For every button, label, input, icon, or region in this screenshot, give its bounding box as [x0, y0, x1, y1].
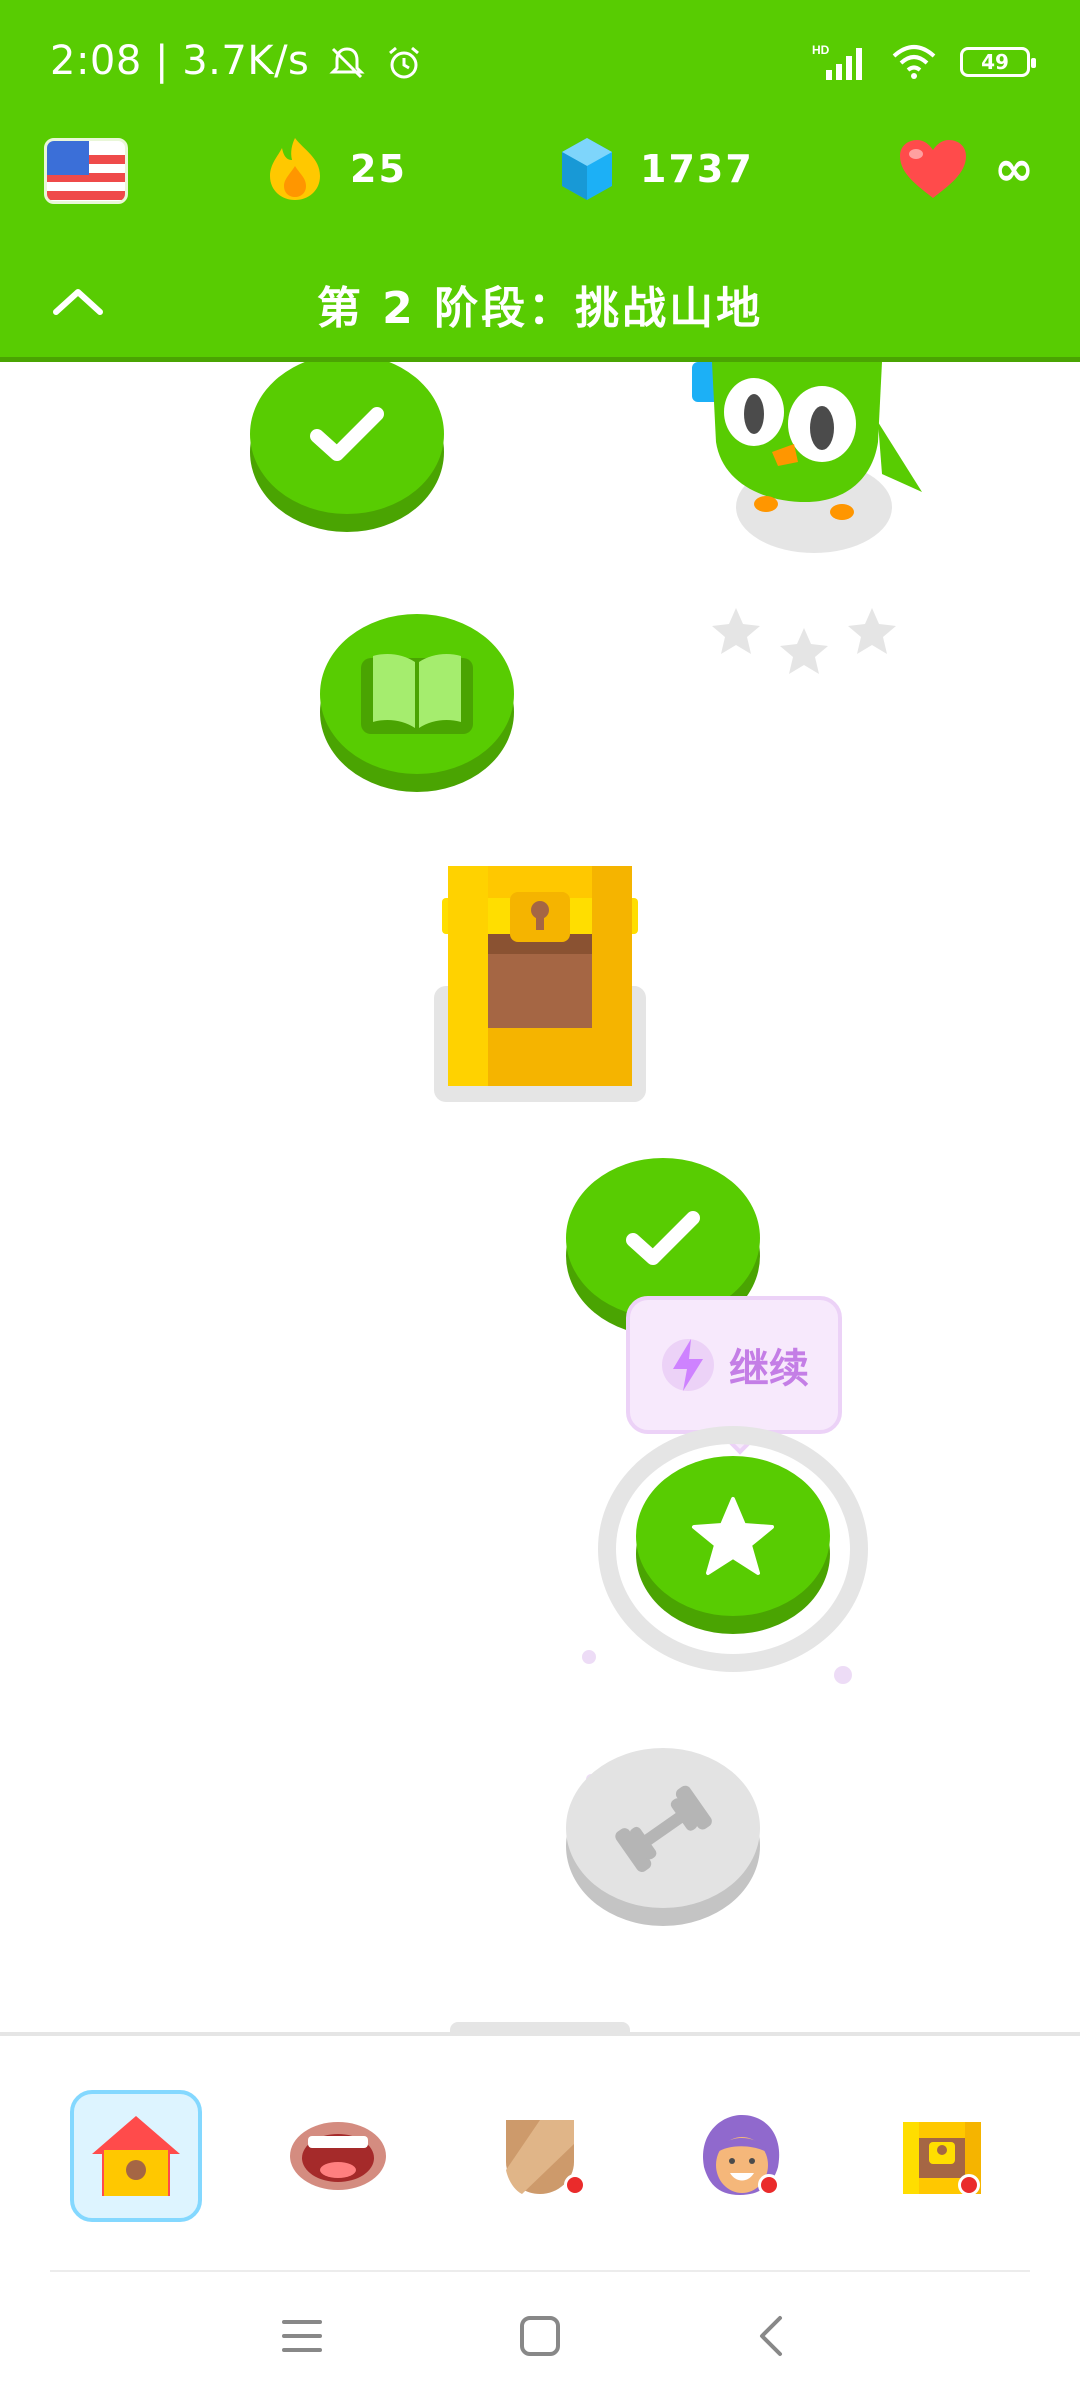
star-3-icon	[848, 608, 896, 654]
menu-icon	[282, 2320, 322, 2352]
top-header: 2:08 | 3.7K/s HD 49 25 1737 ∞ 第 2 阶段：挑战山…	[0, 0, 1080, 362]
book-icon	[361, 654, 473, 734]
streak-counter[interactable]: 25	[266, 136, 407, 202]
wifi-icon	[892, 45, 936, 79]
us-flag-icon	[47, 141, 89, 175]
home-button[interactable]	[508, 2304, 572, 2368]
dumbbell-icon	[615, 1785, 712, 1872]
star-icon	[692, 1497, 774, 1575]
hearts-counter[interactable]: ∞	[898, 138, 1036, 200]
mascot-stars	[706, 602, 906, 682]
status-bar: 2:08 | 3.7K/s HD 49	[0, 0, 1080, 130]
leagues-badge	[564, 2174, 586, 2196]
system-nav-bar	[0, 2270, 1080, 2400]
mouth-icon	[290, 2122, 386, 2190]
nav-shop[interactable]	[876, 2090, 1008, 2222]
menu-button[interactable]	[270, 2304, 334, 2368]
star-2-icon	[780, 628, 828, 674]
duolingo-learn-screen: 2:08 | 3.7K/s HD 49 25 1737 ∞ 第 2 阶段：挑战山…	[0, 0, 1080, 2400]
profile-badge	[758, 2174, 780, 2196]
lesson-path: 继续	[0, 362, 1080, 2032]
section-title: 第 2 阶段：挑战山地	[316, 283, 764, 334]
status-time: 2:08 | 3.7K/s	[50, 38, 424, 84]
streak-count: 25	[350, 147, 407, 191]
gem-count: 1737	[640, 147, 754, 191]
heart-icon	[900, 140, 966, 198]
sparkle	[582, 1650, 596, 1664]
check-icon	[626, 1211, 700, 1265]
square-icon	[520, 2316, 560, 2356]
lesson-node-completed-1[interactable]	[250, 362, 444, 534]
gem-icon	[562, 138, 612, 200]
mute-icon	[329, 47, 365, 79]
continue-tooltip[interactable]: 继续	[626, 1296, 842, 1434]
hearts-count: ∞	[994, 141, 1036, 197]
lesson-node-story[interactable]	[320, 614, 514, 794]
back-icon	[760, 2316, 782, 2356]
lesson-node-locked[interactable]	[566, 1748, 760, 1928]
signal-icon: HD	[812, 43, 862, 80]
svg-text:HD: HD	[812, 43, 830, 57]
gems-counter[interactable]: 1737	[560, 136, 754, 202]
back-button[interactable]	[740, 2304, 804, 2368]
home-icon	[92, 2116, 180, 2196]
flame-icon	[270, 138, 320, 200]
nav-home[interactable]	[70, 2090, 202, 2222]
stats-row: 25 1737 ∞	[0, 130, 1080, 240]
shop-badge	[958, 2174, 980, 2196]
nav-speak[interactable]	[272, 2090, 404, 2222]
treasure-chest-node[interactable]	[430, 852, 650, 1112]
duo-owl-icon	[692, 362, 922, 553]
battery-indicator: 49	[960, 47, 1036, 77]
nav-leagues[interactable]	[474, 2090, 606, 2222]
check-icon	[310, 407, 384, 461]
continue-label: 继续	[729, 1346, 809, 1392]
star-1-icon	[712, 608, 760, 654]
alarm-icon	[388, 46, 419, 79]
bottom-nav	[0, 2032, 1080, 2270]
section-header[interactable]: 第 2 阶段：挑战山地	[0, 250, 1080, 358]
next-node-peek	[450, 2022, 630, 2032]
status-icons: HD 49	[812, 42, 1036, 82]
lesson-node-current[interactable]	[636, 1456, 830, 1636]
course-flag-button[interactable]	[44, 138, 128, 204]
sparkle	[834, 1666, 852, 1684]
mascot	[682, 362, 922, 562]
nav-profile[interactable]	[674, 2090, 806, 2222]
treasure-chest-icon	[434, 866, 646, 1102]
lightning-icon	[662, 1339, 714, 1391]
